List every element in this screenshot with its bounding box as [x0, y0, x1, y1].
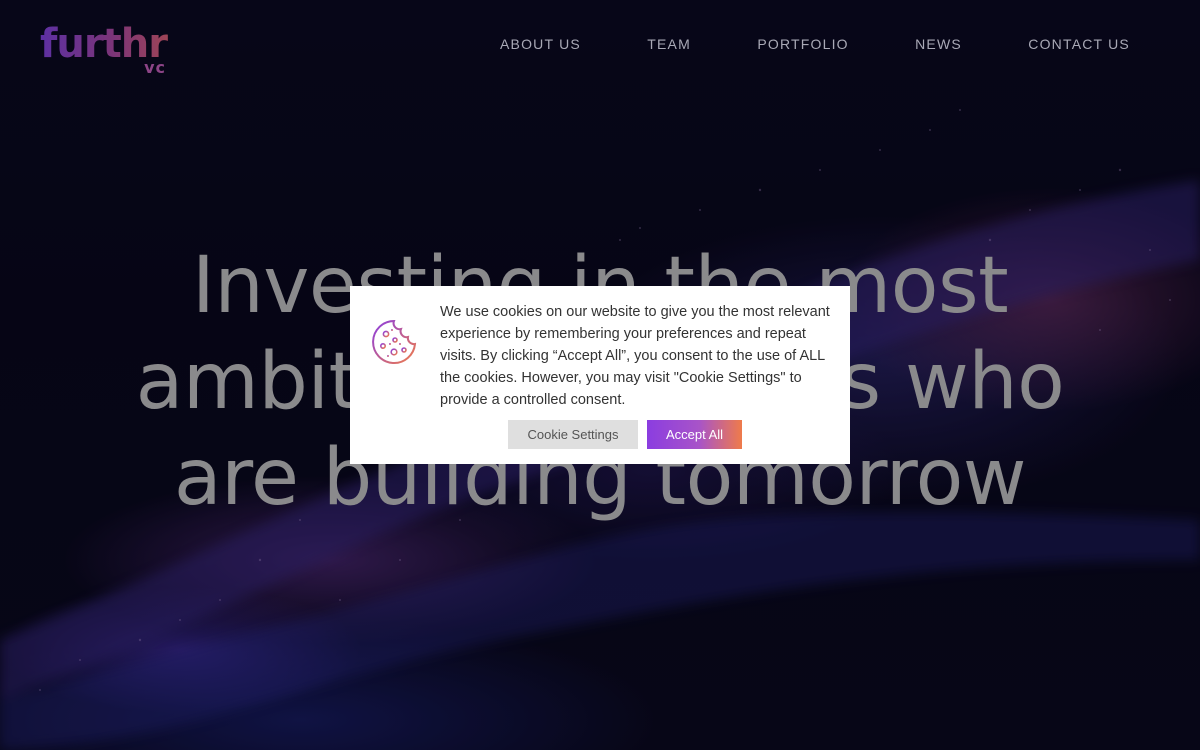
nav-item-portfolio[interactable]: PORTFOLIO [757, 36, 848, 52]
logo-subtext: vc [144, 58, 166, 77]
nav-item-about-us[interactable]: ABOUT US [500, 36, 581, 52]
cookie-consent-dialog: We use cookies on our website to give yo… [350, 286, 850, 464]
cookie-settings-button[interactable]: Cookie Settings [508, 420, 638, 449]
cookie-icon [372, 319, 417, 364]
accept-all-button[interactable]: Accept All [647, 420, 742, 449]
cookie-message: We use cookies on our website to give yo… [440, 304, 830, 408]
logo[interactable]: furthr vc [40, 22, 170, 82]
main-nav: ABOUT US TEAM PORTFOLIO NEWS CONTACT US [500, 36, 1130, 52]
nav-item-contact-us[interactable]: CONTACT US [1028, 36, 1130, 52]
nav-item-team[interactable]: TEAM [647, 36, 691, 52]
nav-item-news[interactable]: NEWS [915, 36, 962, 52]
